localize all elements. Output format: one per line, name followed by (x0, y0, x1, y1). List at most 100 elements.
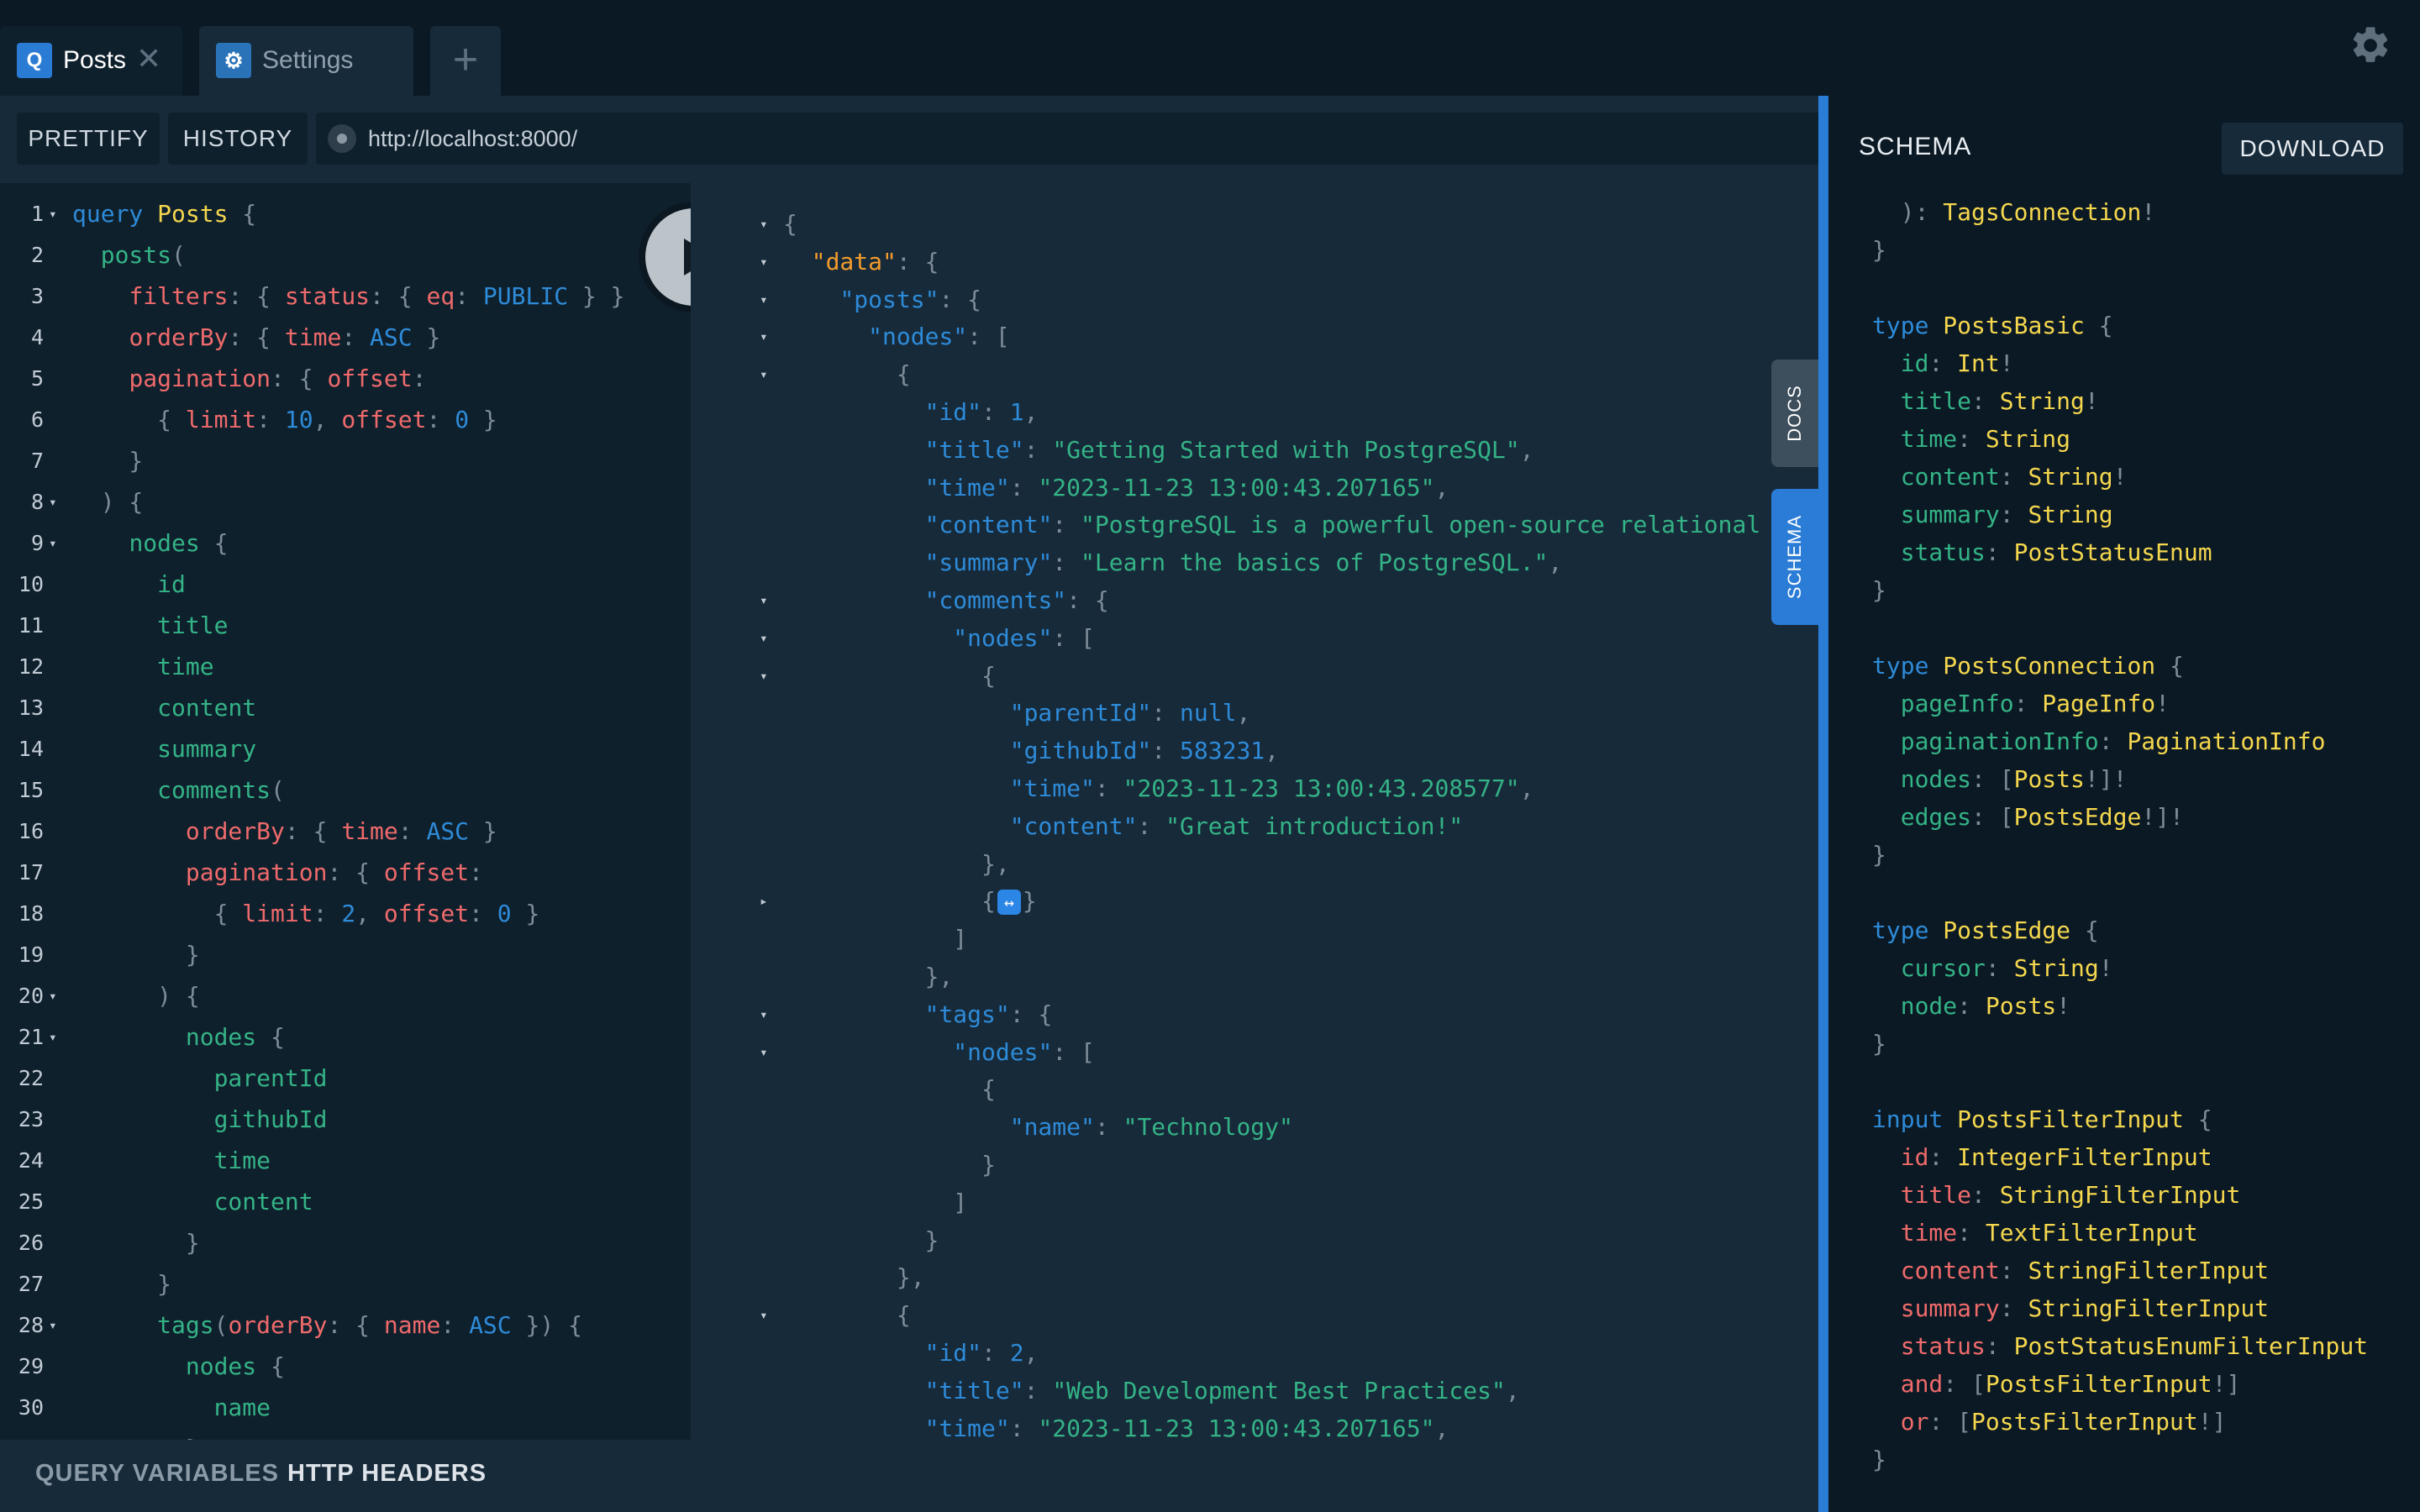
close-icon[interactable]: ✕ (136, 41, 161, 76)
collapse-toggle-icon[interactable]: ▾ (760, 581, 768, 619)
collapse-toggle-icon[interactable]: ▾ (760, 355, 768, 393)
download-schema-button[interactable]: DOWNLOAD (2222, 123, 2403, 175)
line-number: 8 (30, 490, 44, 514)
collapse-toggle-icon[interactable]: ▾ (760, 657, 768, 695)
schema-panel-title: SCHEMA (1859, 133, 1972, 160)
code-token: : [ (1971, 803, 2014, 831)
code-token: } (1022, 887, 1037, 916)
code-token: : [ (1943, 1370, 1986, 1398)
expand-collapsed-object-button[interactable]: ↔ (997, 890, 1021, 916)
line-number: 10 (18, 572, 44, 596)
code-token: } } (568, 282, 625, 310)
code-token: "Web Development Best Practices" (1052, 1376, 1506, 1404)
schema-side-tab[interactable]: SCHEMA (1771, 489, 1818, 625)
code-token: node (1900, 992, 1958, 1020)
sdl-text: } (1872, 571, 1886, 609)
code-token: ASC (370, 323, 413, 351)
fold-toggle-icon[interactable]: ▾ (49, 483, 57, 521)
code-token: nodes (129, 529, 200, 557)
code-token: summary (1900, 501, 2000, 528)
code-token: PostStatusEnumFilterInput (2013, 1332, 2369, 1360)
code-token: : (1094, 774, 1123, 802)
code-token: ! (2056, 992, 2071, 1020)
collapse-toggle-icon[interactable]: ▾ (760, 318, 768, 355)
code-token: : (2098, 727, 2128, 755)
code-token: } (511, 900, 540, 927)
collapse-toggle-icon[interactable]: ▾ (760, 205, 768, 243)
panel-resize-handle[interactable] (1818, 96, 1828, 1512)
collapse-toggle-icon[interactable]: ▾ (760, 1033, 768, 1071)
code-token: "nodes" (953, 623, 1053, 652)
code-token: filters (129, 282, 229, 310)
code-token: } (1872, 1446, 1886, 1473)
sdl-text: edges: [PostsEdge!]! (1872, 798, 2184, 836)
code-token: pagination (129, 365, 271, 392)
json-text: "summary": "Learn the basics of PostgreS… (783, 543, 1563, 581)
code-token: ! (2098, 954, 2113, 982)
collapse-toggle-icon[interactable]: ▾ (760, 619, 768, 657)
code-token: : (1137, 811, 1166, 840)
history-button[interactable]: HISTORY (168, 113, 308, 165)
json-text: { (783, 657, 996, 695)
line-number: 1 (30, 202, 44, 226)
tab-settings[interactable]: ⚙ Settings (199, 26, 413, 96)
code-token: { (2070, 916, 2099, 944)
fold-toggle-icon[interactable]: ▾ (49, 977, 57, 1015)
line-number: 7 (30, 449, 44, 473)
tab-posts[interactable]: Q Posts ✕ (0, 26, 182, 96)
collapse-toggle-icon[interactable]: ▾ (760, 281, 768, 318)
fold-toggle-icon[interactable]: ▾ (49, 524, 57, 562)
code-token: limit (242, 900, 313, 927)
query-variables-tab[interactable]: QUERY VARIABLES (35, 1460, 279, 1488)
code-token: { (783, 887, 996, 916)
collapse-toggle-icon[interactable]: ▾ (760, 1296, 768, 1334)
settings-badge-icon: ⚙ (216, 43, 251, 78)
code-token: "2023-11-23 13:00:43.208577" (1123, 774, 1520, 802)
line-number: 4 (30, 325, 44, 349)
code-token: tags (157, 1311, 214, 1339)
json-text: "time": "2023-11-23 13:00:43.208577", (783, 769, 1534, 807)
docs-side-tab[interactable]: DOCS (1771, 360, 1818, 467)
json-text: { (783, 355, 911, 393)
code-token: { (256, 1352, 285, 1380)
code-text: nodes { (72, 524, 228, 562)
fold-toggle-icon[interactable]: ▾ (49, 1306, 57, 1344)
code-text: orderBy: { time: ASC } (72, 812, 497, 850)
code-token: StringFilterInput (2028, 1294, 2270, 1322)
fold-toggle-icon[interactable]: ▾ (49, 195, 57, 233)
bottom-tab-bar: QUERY VARIABLES HTTP HEADERS (0, 1440, 1818, 1512)
code-token: "2023-11-23 13:00:43.207165" (1038, 1414, 1435, 1440)
code-token: PUBLIC (482, 282, 569, 310)
code-token: : { (271, 365, 328, 392)
http-headers-tab[interactable]: HTTP HEADERS (287, 1460, 487, 1488)
code-token: time (1900, 1219, 1958, 1247)
code-token: nodes (1900, 765, 1972, 793)
line-number: 28 (18, 1313, 44, 1337)
query-editor[interactable]: 1 ▾ query Posts {2 posts(3 filters: { stat… (0, 183, 691, 1440)
sdl-text: type PostsEdge { (1872, 911, 2099, 949)
json-text: "data": { (783, 243, 939, 281)
code-token: : (981, 1339, 1010, 1367)
add-tab-button[interactable]: + (430, 26, 501, 96)
collapse-toggle-icon[interactable]: ▾ (760, 243, 768, 281)
collapse-toggle-icon[interactable]: ▾ (760, 995, 768, 1033)
code-token: ) { (72, 982, 200, 1010)
code-token: : (1009, 473, 1039, 501)
code-text: pagination: { offset: (72, 853, 483, 891)
code-token: } (783, 1151, 996, 1179)
line-number: 24 (18, 1148, 44, 1173)
expand-toggle-icon[interactable]: ▸ (760, 882, 768, 920)
prettify-button[interactable]: PRETTIFY (17, 113, 160, 165)
endpoint-url-field[interactable]: http://localhost:8000/ (316, 113, 1828, 165)
fold-toggle-icon[interactable]: ▾ (49, 1018, 57, 1056)
gear-icon[interactable] (2349, 24, 2392, 67)
json-text: "content": "PostgreSQL is a powerful ope… (783, 506, 1818, 543)
